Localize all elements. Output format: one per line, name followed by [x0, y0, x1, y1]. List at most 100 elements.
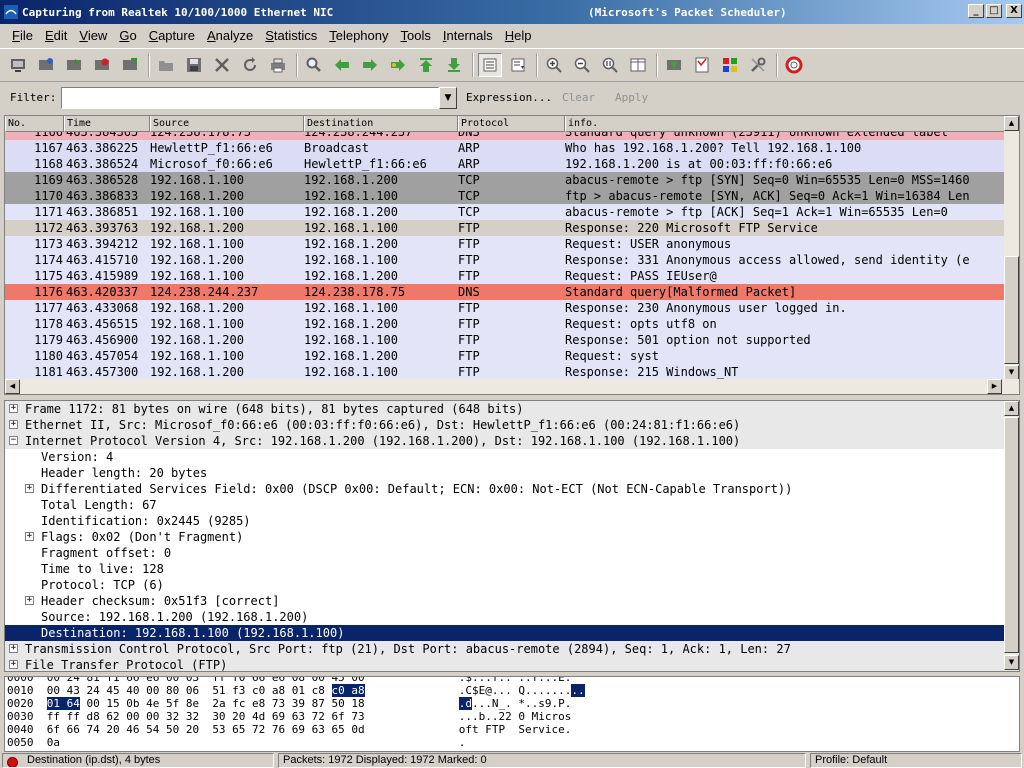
tree-item[interactable]: Source: 192.168.1.200 (192.168.1.200) [5, 609, 1005, 625]
hex-row[interactable]: 0050 0a. [7, 736, 465, 749]
menu-file[interactable]: File [6, 28, 39, 43]
column-header-protocol[interactable]: Protocol [458, 116, 565, 132]
zoom-in-button[interactable] [542, 53, 566, 77]
hex-row[interactable]: 0020 01 64 00 15 0b 4e 5f 8e 2a fc e8 73… [7, 697, 571, 710]
stop-capture-button[interactable] [90, 53, 114, 77]
start-capture-button[interactable] [62, 53, 86, 77]
column-header-source[interactable]: Source [150, 116, 304, 132]
table-row[interactable]: 1172 463.393763 192.168.1.200 192.168.1.100… [5, 220, 1005, 236]
go-first-packet-button[interactable] [414, 53, 438, 77]
expand-icon[interactable]: + [9, 420, 18, 429]
minimize-button[interactable]: _ [968, 4, 984, 18]
scroll-up-arrow-icon[interactable]: ▲ [1004, 116, 1019, 131]
coloring-rules-button[interactable] [718, 53, 742, 77]
table-row[interactable]: 1175 463.415989 192.168.1.100 192.168.1.200… [5, 268, 1005, 284]
tree-item[interactable]: Protocol: TCP (6) [5, 577, 1005, 593]
resize-columns-button[interactable] [626, 53, 650, 77]
go-back-button[interactable] [330, 53, 354, 77]
column-header-time[interactable]: Time [64, 116, 150, 132]
table-row[interactable]: 1179 463.456900 192.168.1.200 192.168.1.100… [5, 332, 1005, 348]
tree-item[interactable]: + Header checksum: 0x51f3 [correct] [5, 593, 1005, 609]
normal-size-button[interactable] [598, 53, 622, 77]
expand-icon[interactable]: + [9, 660, 18, 669]
menu-go[interactable]: Go [113, 28, 142, 43]
table-row[interactable]: 1169 463.386528 192.168.1.100 192.168.1.200… [5, 172, 1005, 188]
open-file-button[interactable] [154, 53, 178, 77]
menu-capture[interactable]: Capture [143, 28, 201, 43]
table-row[interactable]: 1166 463.384365 124.238.178.75 124.238.244.… [5, 132, 1005, 140]
go-last-packet-button[interactable] [442, 53, 466, 77]
print-button[interactable] [266, 53, 290, 77]
capture-options-button[interactable] [34, 53, 58, 77]
packet-list-vscrollbar[interactable]: ▲ ▼ [1004, 116, 1019, 380]
tree-item[interactable]: + Frame 1172: 81 bytes on wire (648 bits)… [5, 401, 1005, 417]
tree-item[interactable]: + Differentiated Services Field: 0x00 (DS… [5, 481, 1005, 497]
tree-item[interactable]: − Internet Protocol Version 4, Src: 192.1… [5, 433, 1005, 449]
column-header-destination[interactable]: Destination [304, 116, 458, 132]
scroll-down-arrow-icon[interactable]: ▼ [1004, 655, 1019, 670]
scroll-left-arrow-icon[interactable]: ◀ [5, 379, 20, 394]
zoom-out-button[interactable] [570, 53, 594, 77]
tree-item[interactable]: Version: 4 [5, 449, 1005, 465]
table-row[interactable]: 1171 463.386851 192.168.1.100 192.168.1.200… [5, 204, 1005, 220]
interfaces-button[interactable] [6, 53, 30, 77]
reload-button[interactable] [238, 53, 262, 77]
tree-item[interactable]: + File Transfer Protocol (FTP) [5, 657, 1005, 671]
expand-icon[interactable]: + [9, 644, 18, 653]
menu-tools[interactable]: Tools [395, 28, 437, 43]
menu-help[interactable]: Help [499, 28, 538, 43]
menu-statistics[interactable]: Statistics [259, 28, 323, 43]
tree-item[interactable]: + Flags: 0x02 (Don't Fragment) [5, 529, 1005, 545]
scroll-thumb[interactable] [1004, 417, 1019, 653]
display-filter-input[interactable] [61, 87, 439, 109]
expression-button[interactable]: Expression... [466, 91, 552, 104]
display-filters-button[interactable] [690, 53, 714, 77]
tree-item[interactable]: + Transmission Control Protocol, Src Port… [5, 641, 1005, 657]
maximize-button[interactable]: □ [986, 4, 1002, 18]
go-to-packet-button[interactable] [386, 53, 410, 77]
table-row[interactable]: 1178 463.456515 192.168.1.100 192.168.1.200… [5, 316, 1005, 332]
scroll-right-arrow-icon[interactable]: ▶ [987, 379, 1002, 394]
column-header-info[interactable]: info. [565, 116, 1005, 132]
preferences-button[interactable] [746, 53, 770, 77]
help-button[interactable] [782, 53, 806, 77]
table-row[interactable]: 1170 463.386833 192.168.1.200 192.168.1.100… [5, 188, 1005, 204]
tree-item[interactable]: Destination: 192.168.1.100 (192.168.1.10… [5, 625, 1005, 641]
auto-scroll-button[interactable] [506, 53, 530, 77]
colorize-button[interactable] [478, 53, 502, 77]
column-header-no[interactable]: No. [5, 116, 64, 132]
capture-filters-button[interactable] [662, 53, 686, 77]
table-row[interactable]: 1173 463.394212 192.168.1.100 192.168.1.200… [5, 236, 1005, 252]
restart-capture-button[interactable] [118, 53, 142, 77]
table-row[interactable]: 1174 463.415710 192.168.1.200 192.168.1.100… [5, 252, 1005, 268]
tree-item[interactable]: + Ethernet II, Src: Microsof_f0:66:e6 (00… [5, 417, 1005, 433]
apply-filter-button[interactable]: Apply [615, 91, 648, 104]
table-row[interactable]: 1167 463.386225 HewlettP_f1:66:e6 Broadcast… [5, 140, 1005, 156]
table-row[interactable]: 1177 463.433068 192.168.1.200 192.168.1.100… [5, 300, 1005, 316]
clear-filter-button[interactable]: Clear [562, 91, 595, 104]
table-row[interactable]: 1181 463.457300 192.168.1.200 192.168.1.100… [5, 364, 1005, 380]
save-file-button[interactable] [182, 53, 206, 77]
packet-list-hscrollbar[interactable]: ◀ ▶ [5, 379, 1019, 394]
tree-item[interactable]: Time to live: 128 [5, 561, 1005, 577]
menu-view[interactable]: View [73, 28, 113, 43]
table-row[interactable]: 1180 463.457054 192.168.1.100 192.168.1.200… [5, 348, 1005, 364]
menu-analyze[interactable]: Analyze [201, 28, 259, 43]
scroll-thumb[interactable] [1004, 256, 1019, 364]
tree-item[interactable]: Header length: 20 bytes [5, 465, 1005, 481]
details-vscrollbar[interactable]: ▲ ▼ [1004, 401, 1019, 671]
tree-item[interactable]: Total Length: 67 [5, 497, 1005, 513]
expand-icon[interactable]: + [25, 596, 34, 605]
hex-row[interactable]: 0000 00 24 81 f1 66 e6 00 03 ff f0 66 e6… [7, 677, 571, 684]
status-profile[interactable]: Profile: Default [810, 753, 1022, 768]
scroll-up-arrow-icon[interactable]: ▲ [1004, 401, 1019, 416]
tree-item[interactable]: Identification: 0x2445 (9285) [5, 513, 1005, 529]
collapse-icon[interactable]: − [9, 436, 18, 445]
capture-status-icon[interactable] [7, 757, 18, 767]
hex-row[interactable]: 0040 6f 66 74 20 46 54 50 20 53 65 72 76… [7, 723, 571, 736]
hex-row[interactable]: 0010 00 43 24 45 40 00 80 06 51 f3 c0 a8… [7, 684, 585, 697]
menu-internals[interactable]: Internals [437, 28, 499, 43]
go-forward-button[interactable] [358, 53, 382, 77]
table-row[interactable]: 1176 463.420337 124.238.244.237 124.238.178… [5, 284, 1005, 300]
close-file-button[interactable] [210, 53, 234, 77]
